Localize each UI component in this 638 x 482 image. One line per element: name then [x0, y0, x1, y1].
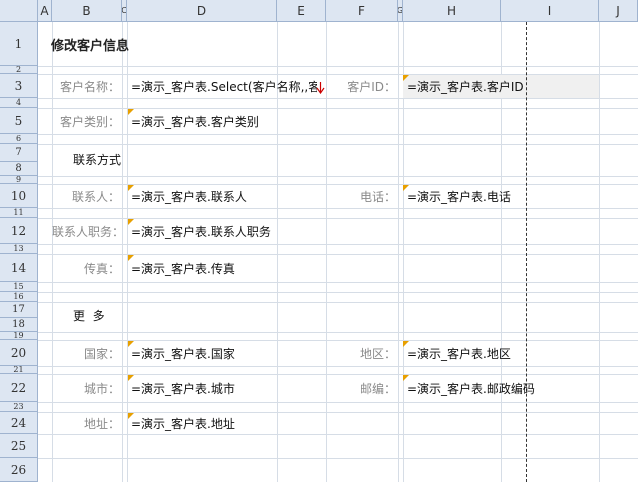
customer-id-label: 客户ID：: [347, 79, 396, 94]
customer-type-cell[interactable]: =演示_客户表.客户类别: [131, 108, 321, 134]
grid-line: [38, 292, 638, 293]
city-cell[interactable]: =演示_客户表.城市: [131, 374, 321, 402]
contact-section-heading: 联系方式: [73, 152, 122, 167]
row-header-18[interactable]: 18: [0, 318, 38, 332]
postal-cell[interactable]: =演示_客户表.邮政编码: [407, 374, 535, 402]
fax-cell[interactable]: =演示_客户表.传真: [131, 254, 321, 282]
column-header-h[interactable]: H: [403, 0, 501, 22]
row-header-23[interactable]: 23: [0, 402, 38, 412]
row-header-1[interactable]: 1: [0, 22, 38, 66]
grid-line: [38, 434, 638, 435]
grid-line: [38, 332, 638, 333]
row-header-14[interactable]: 14: [0, 254, 38, 282]
row-header-2[interactable]: 2: [0, 66, 38, 74]
column-header-i[interactable]: I: [501, 0, 599, 22]
select-all-corner[interactable]: [0, 0, 38, 22]
grid-line: [38, 176, 638, 177]
contact-label: 联系人：: [71, 189, 120, 204]
phone-label: 电话：: [359, 189, 396, 204]
contact-title-cell[interactable]: =演示_客户表.联系人职务: [131, 218, 321, 244]
row-header-4[interactable]: 4: [0, 98, 38, 108]
fax-label: 传真：: [83, 261, 120, 276]
grid-line: [122, 22, 123, 482]
column-header-a[interactable]: A: [38, 0, 52, 22]
grid-line: [38, 98, 638, 99]
dropdown-arrow-icon[interactable]: [316, 82, 325, 95]
column-header-j[interactable]: J: [599, 0, 638, 22]
column-header-b[interactable]: B: [52, 0, 122, 22]
grid-line: [38, 366, 638, 367]
row-header-17[interactable]: 17: [0, 302, 38, 318]
column-header-f[interactable]: F: [326, 0, 398, 22]
more-section-heading: 更 多: [73, 308, 105, 323]
customer-name-cell[interactable]: =演示_客户表.Select(客户名称,,客户: [131, 74, 317, 98]
city-label: 城市：: [83, 381, 120, 396]
phone-cell[interactable]: =演示_客户表.电话: [407, 184, 597, 208]
row-header-25[interactable]: 25: [0, 434, 38, 458]
form-title: 修改客户信息: [51, 38, 130, 54]
postal-label: 邮编：: [359, 381, 396, 396]
row-header-22[interactable]: 22: [0, 374, 38, 402]
column-header-e[interactable]: E: [277, 0, 326, 22]
address-cell[interactable]: =演示_客户表.地址: [131, 412, 321, 434]
grid-line: [38, 144, 638, 145]
row-header-10[interactable]: 10: [0, 184, 38, 208]
row-header-8[interactable]: 8: [0, 162, 38, 176]
row-header-21[interactable]: 21: [0, 366, 38, 374]
row-header-5[interactable]: 5: [0, 108, 38, 134]
country-label: 国家：: [83, 346, 120, 361]
customer-name-label: 客户名称：: [59, 79, 120, 94]
grid-line: [38, 458, 638, 459]
row-header-11[interactable]: 11: [0, 208, 38, 218]
row-header-15[interactable]: 15: [0, 282, 38, 292]
customer-type-label: 客户类别：: [59, 114, 120, 129]
row-header-19[interactable]: 19: [0, 332, 38, 340]
address-label: 地址：: [83, 416, 120, 431]
contact-title-label: 联系人职务：: [52, 224, 125, 239]
row-header-9[interactable]: 9: [0, 176, 38, 184]
column-header-d[interactable]: D: [127, 0, 277, 22]
contact-cell[interactable]: =演示_客户表.联系人: [131, 184, 321, 208]
region-cell[interactable]: =演示_客户表.地区: [407, 340, 597, 366]
row-header-24[interactable]: 24: [0, 412, 38, 434]
customer-id-cell[interactable]: =演示_客户表.客户ID: [407, 74, 597, 98]
grid-line: [599, 22, 600, 482]
row-header-6[interactable]: 6: [0, 134, 38, 144]
grid-line: [38, 282, 638, 283]
grid-line: [398, 22, 399, 482]
grid-line: [38, 208, 638, 209]
row-header-20[interactable]: 20: [0, 340, 38, 366]
grid-line: [38, 66, 638, 67]
row-header-12[interactable]: 12: [0, 218, 38, 244]
grid-line: [38, 402, 638, 403]
row-header-13[interactable]: 13: [0, 244, 38, 254]
grid-line: [38, 244, 638, 245]
row-header-7[interactable]: 7: [0, 144, 38, 162]
country-cell[interactable]: =演示_客户表.国家: [131, 340, 321, 366]
grid-line: [38, 134, 638, 135]
spreadsheet[interactable]: A B C D E F G H I J 1 2 3 4 5 6 7 8 9 10…: [0, 0, 638, 482]
grid-line: [38, 302, 638, 303]
region-label: 地区：: [359, 346, 396, 361]
row-header-26[interactable]: 26: [0, 458, 38, 482]
row-header-16[interactable]: 16: [0, 292, 38, 302]
row-header-3[interactable]: 3: [0, 74, 38, 98]
